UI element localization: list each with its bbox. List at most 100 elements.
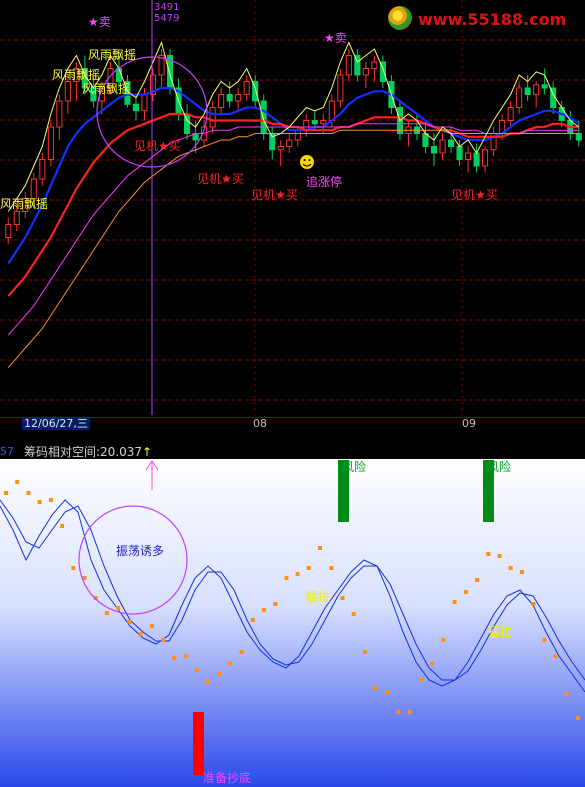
indicator-dot xyxy=(385,690,390,694)
indicator-dot xyxy=(116,606,121,610)
candle-body xyxy=(575,133,582,141)
storm-label: 风雨飘摇 xyxy=(52,68,101,82)
indicator-dot xyxy=(239,650,244,654)
smiley-icon xyxy=(300,155,314,169)
candle-body xyxy=(115,68,123,82)
indicator-dot xyxy=(452,600,457,604)
indicator-dot xyxy=(329,566,334,570)
indicator-dot xyxy=(419,678,423,682)
indicator-dot xyxy=(374,686,379,690)
storm-label: 风雨飘摇 xyxy=(88,48,137,62)
bottom-bar xyxy=(193,712,204,775)
site-logo: www.55188.com xyxy=(384,4,580,34)
moving-average-line xyxy=(7,86,580,265)
indicator-dot xyxy=(161,638,165,642)
risk-label: 风险 xyxy=(487,460,512,474)
storm-label: 风雨飘摇 xyxy=(0,197,49,211)
indicator-dot xyxy=(486,552,491,556)
indicator-dot xyxy=(71,566,76,570)
smiley-eye-right xyxy=(308,159,311,161)
indicator-dot xyxy=(273,602,278,606)
buy-signal-label: 见机★买 xyxy=(197,172,244,186)
limit-up-label: 追涨停 xyxy=(306,175,343,189)
candle-body xyxy=(5,224,12,238)
indicator-dot xyxy=(149,624,154,628)
candle-body xyxy=(311,120,318,125)
indicator-dot xyxy=(284,576,289,580)
indicator-title-text: 筹码相对空间:20.037 xyxy=(24,445,143,459)
indicator-dot xyxy=(138,632,143,636)
indicator-dot xyxy=(396,710,401,714)
indicator-dot xyxy=(48,498,53,502)
smiley-eye-left xyxy=(303,159,306,161)
candle-body xyxy=(482,149,489,167)
indicator-dot xyxy=(127,620,132,624)
indicator-dot xyxy=(37,500,42,504)
indicator-dot xyxy=(519,570,524,574)
indicator-dot xyxy=(318,546,322,550)
storm-label: 风雨飘摇 xyxy=(82,82,131,96)
indicator-dot xyxy=(26,491,31,495)
candle-body xyxy=(226,94,233,102)
moving-average-line xyxy=(7,129,579,368)
indicator-dot xyxy=(104,611,109,615)
candle-body xyxy=(533,84,540,96)
logo-emblem-icon xyxy=(388,6,412,30)
indicator-dot xyxy=(4,491,8,495)
indicator-dot xyxy=(205,680,210,684)
indicator-dot xyxy=(172,656,177,660)
candle-body xyxy=(516,87,523,108)
risk-label: 风险 xyxy=(342,460,367,474)
candle-body xyxy=(448,139,455,147)
candle-body xyxy=(235,94,242,102)
indicator-dot xyxy=(531,602,536,606)
indicator-dot xyxy=(542,638,547,642)
candle-body xyxy=(30,178,37,199)
candle-body xyxy=(218,94,225,108)
candle-body xyxy=(465,152,472,160)
indicator-dot xyxy=(441,638,446,642)
surge-label: 猛拉 xyxy=(488,625,513,639)
indicator-dot xyxy=(430,662,435,666)
candle-body xyxy=(56,100,63,128)
indicator-dot xyxy=(295,572,300,576)
candle-body xyxy=(243,81,250,95)
candle-body xyxy=(13,211,20,225)
cursor-date: 12/06/27,三 xyxy=(22,417,90,430)
candle-body xyxy=(277,146,284,151)
candle-body xyxy=(507,107,514,121)
chart-canvas xyxy=(0,0,585,787)
candle-body xyxy=(337,74,344,102)
candle-body xyxy=(294,129,301,141)
buy-signal-label: 见机★买 xyxy=(134,139,181,153)
candle-body xyxy=(39,159,46,180)
oscillation-label: 振荡诱多 xyxy=(116,544,165,558)
indicator-dot xyxy=(194,668,199,672)
time-tick: 09 xyxy=(462,417,476,430)
candle-body xyxy=(362,68,369,76)
indicator-up-arrow: ↑ xyxy=(142,445,153,459)
candle-body xyxy=(345,55,352,76)
indicator-dot xyxy=(60,524,65,528)
candle-body xyxy=(209,107,216,128)
candle-body xyxy=(47,126,54,160)
indicator-dot xyxy=(475,578,480,582)
crosshair-value-bottom: 5479 xyxy=(154,13,180,24)
candle-body xyxy=(320,120,327,125)
candle-body xyxy=(439,139,446,154)
candle-body xyxy=(524,87,531,95)
indicator-dot xyxy=(15,480,20,484)
candle-body xyxy=(260,100,267,134)
candle-body xyxy=(286,139,293,147)
indicator-dot xyxy=(306,566,311,570)
logo-text: www.55188.com xyxy=(418,10,567,29)
bottom-fishing-label: 准备抄底 xyxy=(203,771,252,785)
indicator-index: 57 xyxy=(0,445,14,458)
sell-signal-label: ★卖 xyxy=(88,15,111,29)
candle-body xyxy=(328,100,335,121)
candle-body xyxy=(141,94,148,112)
indicator-dot xyxy=(508,566,513,570)
candle-body xyxy=(473,152,480,167)
candle-body xyxy=(541,84,548,89)
indicator-dot xyxy=(250,618,255,622)
